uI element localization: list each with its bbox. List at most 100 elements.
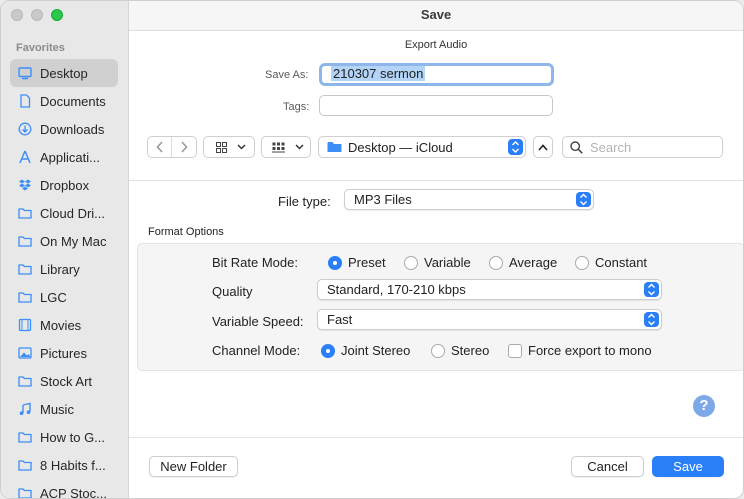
download-icon bbox=[18, 122, 32, 136]
sidebar-item-label: ACP Stoc... bbox=[40, 485, 107, 499]
sidebar-item[interactable]: ACP Stoc... bbox=[10, 479, 118, 499]
close-window-button[interactable] bbox=[11, 9, 23, 21]
search-placeholder: Search bbox=[590, 139, 632, 155]
window-controls bbox=[11, 9, 63, 21]
channel-stereo-radio[interactable]: Stereo bbox=[431, 343, 489, 358]
sidebar-item[interactable]: Pictures bbox=[10, 339, 118, 367]
folder-icon bbox=[18, 458, 32, 472]
channel-mode-label: Channel Mode: bbox=[212, 343, 301, 358]
file-type-popup[interactable]: MP3 Files bbox=[344, 189, 594, 210]
sidebar-item[interactable]: LGC bbox=[10, 283, 118, 311]
sidebar-item[interactable]: Desktop bbox=[10, 59, 118, 87]
bit-rate-option-label: Average bbox=[509, 255, 558, 270]
chevron-up-icon bbox=[538, 143, 548, 151]
document-icon bbox=[18, 94, 32, 108]
toolbar-divider bbox=[129, 180, 743, 181]
minimize-window-button[interactable] bbox=[31, 9, 43, 21]
sidebar-item[interactable]: Applicati... bbox=[10, 143, 118, 171]
bit-rate-variable-radio[interactable]: Variable bbox=[404, 255, 471, 270]
sidebar-item-label: Pictures bbox=[40, 345, 87, 361]
force-mono-checkbox[interactable]: Force export to mono bbox=[508, 343, 652, 358]
sidebar-item[interactable]: How to G... bbox=[10, 423, 118, 451]
channel-option-label: Joint Stereo bbox=[341, 343, 411, 358]
zoom-window-button[interactable] bbox=[51, 9, 63, 21]
format-options-label: Format Options bbox=[148, 226, 224, 238]
group-grid-icon bbox=[272, 142, 285, 152]
footer-divider bbox=[129, 437, 743, 438]
bit-rate-option-label: Variable bbox=[424, 255, 471, 270]
tags-label: Tags: bbox=[283, 101, 310, 113]
folder-icon bbox=[18, 234, 32, 248]
nav-buttons bbox=[147, 136, 197, 158]
quality-popup[interactable]: Standard, 170-210 kbps bbox=[317, 279, 662, 300]
save-as-field[interactable]: 210307 sermon bbox=[319, 63, 554, 86]
sidebar-item-label: Downloads bbox=[40, 121, 105, 137]
help-button[interactable]: ? bbox=[693, 395, 715, 417]
quality-value: Standard, 170-210 kbps bbox=[327, 282, 466, 297]
radio-indicator bbox=[404, 255, 418, 270]
folder-icon bbox=[327, 142, 342, 152]
save-button[interactable]: Save bbox=[652, 456, 724, 477]
sidebar-item-label: Library bbox=[40, 261, 80, 277]
chevron-down-icon bbox=[295, 144, 304, 150]
bit-rate-mode-label: Bit Rate Mode: bbox=[212, 255, 298, 270]
radio-indicator bbox=[575, 255, 589, 270]
favorites-label: Favorites bbox=[16, 42, 65, 54]
sidebar-item[interactable]: Downloads bbox=[10, 115, 118, 143]
sidebar-item[interactable]: Dropbox bbox=[10, 171, 118, 199]
sidebar-item-label: Cloud Dri... bbox=[40, 205, 106, 221]
save-as-label: Save As: bbox=[265, 69, 309, 81]
desktop-icon bbox=[18, 66, 32, 80]
radio-indicator bbox=[489, 255, 503, 270]
bit-rate-option-label: Preset bbox=[348, 255, 386, 270]
applications-icon bbox=[18, 150, 32, 164]
channel-joint-stereo-radio[interactable]: Joint Stereo bbox=[321, 343, 410, 358]
forward-button[interactable] bbox=[172, 137, 196, 157]
sidebar-item[interactable]: Movies bbox=[10, 311, 118, 339]
sidebar-item-label: On My Mac bbox=[40, 233, 107, 249]
variable-speed-value: Fast bbox=[327, 312, 353, 327]
folder-icon bbox=[18, 486, 32, 498]
bit-rate-average-radio[interactable]: Average bbox=[489, 255, 557, 270]
bit-rate-constant-radio[interactable]: Constant bbox=[575, 255, 647, 270]
sidebar-item[interactable]: Cloud Dri... bbox=[10, 199, 118, 227]
bit-rate-option-label: Constant bbox=[595, 255, 648, 270]
updown-arrows-icon bbox=[508, 139, 523, 155]
variable-speed-popup[interactable]: Fast bbox=[317, 309, 662, 330]
new-folder-button[interactable]: New Folder bbox=[149, 456, 238, 477]
chevron-right-icon bbox=[181, 141, 188, 153]
save-dialog-window: Favorites Desktop Documents Downloads Appli… bbox=[0, 0, 744, 499]
sidebar-item-label: Music bbox=[40, 401, 74, 417]
sidebar-item[interactable]: Documents bbox=[10, 87, 118, 115]
location-label: Desktop — iCloud bbox=[348, 139, 453, 155]
music-icon bbox=[18, 402, 32, 416]
chevron-left-icon bbox=[155, 141, 163, 153]
group-view-button[interactable] bbox=[261, 136, 311, 158]
search-field[interactable]: Search bbox=[562, 136, 723, 158]
location-popup[interactable]: Desktop — iCloud bbox=[318, 136, 526, 158]
sidebar-item[interactable]: 8 Habits f... bbox=[10, 451, 118, 479]
movies-icon bbox=[18, 318, 32, 332]
sidebar-item[interactable]: Music bbox=[10, 395, 118, 423]
sidebar-item-label: 8 Habits f... bbox=[40, 457, 106, 473]
window-title: Save bbox=[129, 1, 743, 31]
bit-rate-preset-radio[interactable]: Preset bbox=[328, 255, 386, 270]
pictures-icon bbox=[18, 346, 32, 360]
collapse-button[interactable] bbox=[533, 136, 553, 158]
folder-icon bbox=[18, 290, 32, 304]
radio-indicator bbox=[321, 343, 335, 358]
sidebar-item-label: Movies bbox=[40, 317, 82, 333]
sidebar-item[interactable]: Library bbox=[10, 255, 118, 283]
quality-label: Quality bbox=[212, 284, 253, 299]
force-mono-label: Force export to mono bbox=[528, 343, 652, 358]
sidebar: Favorites Desktop Documents Downloads Appli… bbox=[1, 1, 129, 499]
tags-field[interactable] bbox=[319, 95, 553, 116]
sidebar-item[interactable]: On My Mac bbox=[10, 227, 118, 255]
cancel-button[interactable]: Cancel bbox=[571, 456, 644, 477]
sidebar-item[interactable]: Stock Art bbox=[10, 367, 118, 395]
main-panel: Export Audio Save As: 210307 sermon Tags… bbox=[129, 31, 743, 498]
back-button[interactable] bbox=[148, 137, 172, 157]
checkbox-indicator bbox=[508, 343, 522, 358]
icon-view-button[interactable] bbox=[203, 136, 255, 158]
sidebar-item-label: LGC bbox=[40, 289, 67, 305]
